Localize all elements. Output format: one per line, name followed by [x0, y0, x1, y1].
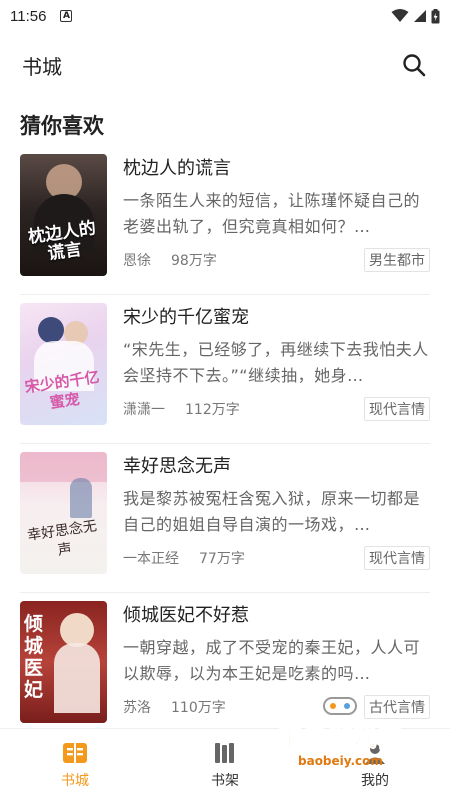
book-item[interactable]: 幸好思念无声 幸好思念无声 我是黎苏被冤枉含冤入狱，原来一切都是自己的姐姐自导自…: [20, 444, 430, 593]
book-cover[interactable]: 倾城医妃: [20, 601, 107, 723]
book-info: 幸好思念无声 我是黎苏被冤枉含冤入狱，原来一切都是自己的姐姐自导自演的一场戏，……: [123, 452, 430, 592]
book-cover[interactable]: 幸好思念无声: [20, 452, 107, 574]
nav-label: 书架: [211, 772, 239, 789]
status-time: 11:56: [10, 7, 47, 25]
bookstore-icon: [61, 740, 89, 766]
watermark-url: baobeiy.com: [298, 754, 383, 768]
status-bar: 11:56 A: [0, 0, 450, 32]
cover-title: 枕边人的谎言: [27, 218, 98, 265]
book-cover[interactable]: 枕边人的谎言: [20, 154, 107, 276]
app-header: 书城: [0, 32, 450, 98]
nav-label: 书城: [61, 772, 89, 789]
book-author: 苏洛: [123, 700, 151, 716]
book-title: 倾城医妃不好惹: [123, 605, 249, 626]
book-author: 潇潇一: [123, 402, 165, 418]
watermark-logo: 宝贝游戏网 baobeiy.com: [270, 697, 420, 784]
book-item[interactable]: 枕边人的谎言 枕边人的谎言 一条陌生人来的短信，让陈瑾怀疑自己的老婆出轨了，但究…: [20, 146, 430, 295]
cover-title: 幸好思念无声: [26, 518, 98, 559]
search-button[interactable]: [400, 51, 428, 79]
book-meta: 恩徐 98万字 男生都市: [123, 248, 430, 272]
book-title: 宋少的千亿蜜宠: [123, 307, 249, 328]
book-author: 恩徐: [123, 253, 151, 269]
notification-icon: A: [60, 10, 73, 22]
book-title: 枕边人的谎言: [123, 158, 231, 179]
watermark-text: 宝贝游戏网: [278, 724, 403, 753]
book-word-count: 112万字: [185, 402, 240, 418]
wifi-icon: [391, 9, 409, 22]
book-meta: 一本正经 77万字 现代言情: [123, 546, 430, 570]
book-cover[interactable]: 宋少的千亿蜜宠: [20, 303, 107, 425]
nav-item-bookstore[interactable]: 书城: [0, 729, 150, 800]
book-title: 幸好思念无声: [123, 456, 231, 477]
book-info: 宋少的千亿蜜宠 “宋先生，已经够了，再继续下去我怕夫人会坚持不下去。”“继续抽，…: [123, 303, 430, 443]
book-list: 枕边人的谎言 枕边人的谎言 一条陌生人来的短信，让陈瑾怀疑自己的老婆出轨了，但究…: [0, 146, 450, 742]
book-word-count: 77万字: [199, 551, 245, 567]
book-category-tag: 现代言情: [364, 546, 430, 570]
book-item[interactable]: 宋少的千亿蜜宠 宋少的千亿蜜宠 “宋先生，已经够了，再继续下去我怕夫人会坚持不下…: [20, 295, 430, 444]
book-description: “宋先生，已经够了，再继续下去我怕夫人会坚持不下去。”“继续抽，她身…: [123, 340, 429, 385]
book-category-tag: 男生都市: [364, 248, 430, 272]
section-title: 猜你喜欢: [20, 114, 104, 138]
cover-title: 倾城医妃: [24, 613, 44, 701]
page-title: 书城: [22, 54, 62, 79]
book-info: 枕边人的谎言 一条陌生人来的短信，让陈瑾怀疑自己的老婆出轨了，但究竟真相如何？……: [123, 154, 430, 294]
bookshelf-icon: [211, 740, 239, 766]
battery-icon: [431, 8, 440, 23]
book-description: 我是黎苏被冤枉含冤入狱，原来一切都是自己的姐姐自导自演的一场戏，…: [123, 489, 421, 534]
book-description: 一条陌生人来的短信，让陈瑾怀疑自己的老婆出轨了，但究竟真相如何？…: [123, 191, 421, 236]
book-category-tag: 现代言情: [364, 397, 430, 421]
book-author: 一本正经: [123, 551, 179, 567]
signal-icon: [414, 10, 426, 22]
book-word-count: 98万字: [171, 253, 217, 269]
gamepad-icon: [323, 697, 357, 715]
search-icon: [403, 54, 426, 77]
status-icons: [391, 8, 440, 24]
book-word-count: 110万字: [171, 700, 226, 716]
book-meta: 潇潇一 112万字 现代言情: [123, 397, 430, 421]
book-description: 一朝穿越，成了不受宠的秦王妃，人人可以欺辱，以为本王妃是吃素的吗…: [123, 638, 421, 683]
